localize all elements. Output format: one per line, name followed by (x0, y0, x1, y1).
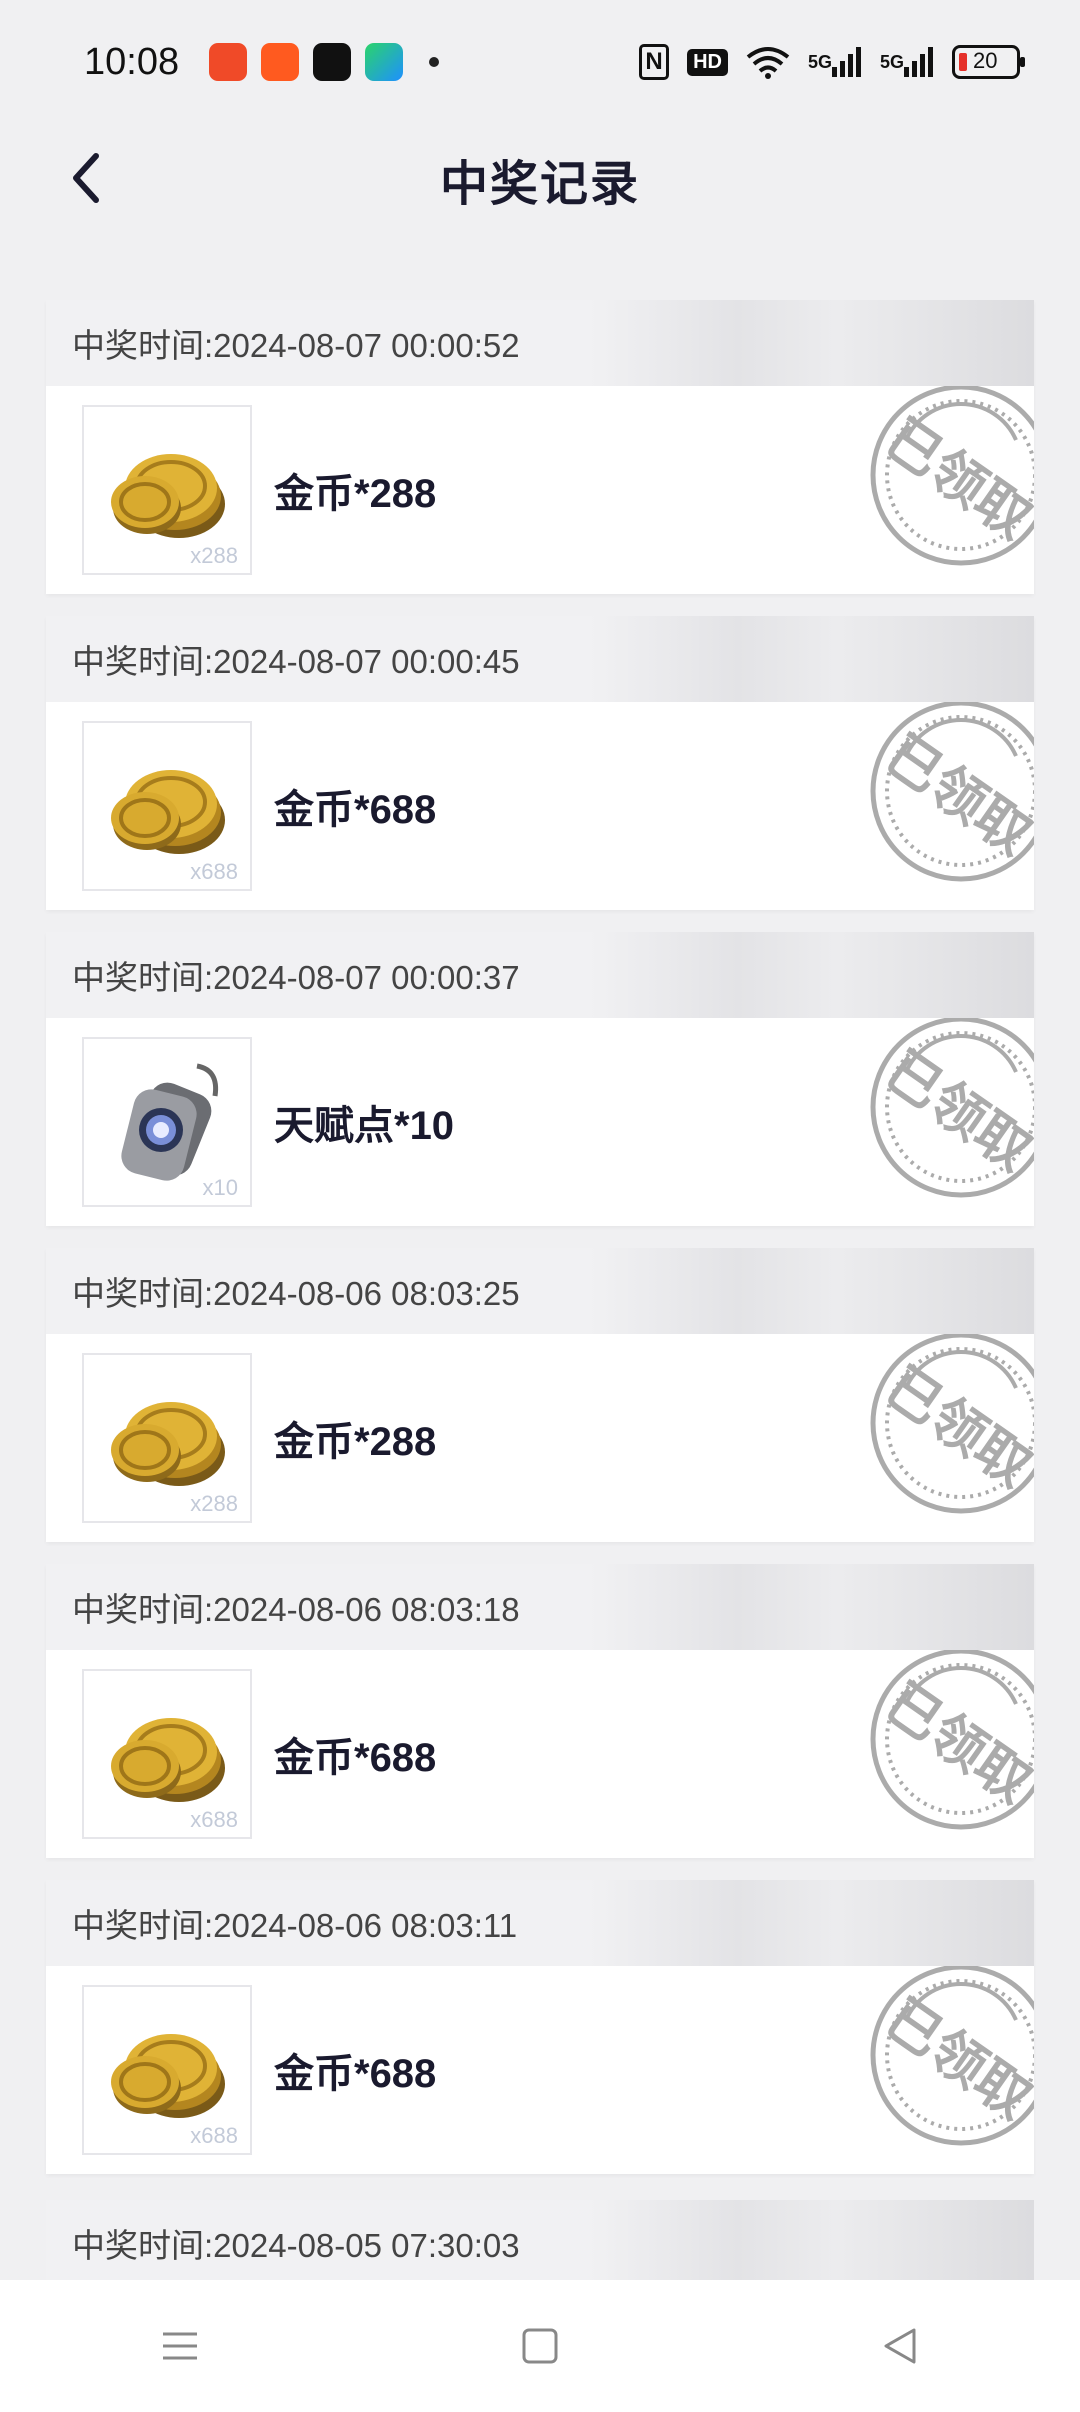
battery-icon: 20 (952, 45, 1025, 79)
reward-name: 天赋点*10 (274, 1104, 455, 1148)
win-time-label: 中奖时间:2024-08-06 08:03:18 (46, 1564, 1034, 1650)
win-time-label: 中奖时间:2024-08-05 07:30:03 (46, 2200, 1034, 2286)
app-notification-icon (261, 43, 300, 81)
reward-name: 金币*688 (274, 788, 437, 832)
claimed-stamp-icon: 已领取 (870, 1018, 1034, 1198)
gold-coins-icon (111, 454, 225, 538)
hd-voice-icon: HD (687, 48, 728, 76)
reward-row: x688 金币*688 已领取 (46, 1966, 1034, 2174)
signal-bars-icon (831, 47, 861, 77)
home-icon[interactable] (520, 2326, 560, 2366)
reward-name: 金币*288 (274, 1420, 437, 1464)
reward-item-frame: x688 (82, 1985, 252, 2155)
tiktok-icon (313, 43, 352, 81)
reward-item-frame: x10 (82, 1037, 252, 1207)
menu-icon[interactable] (160, 2326, 200, 2366)
list-item[interactable]: 中奖时间:2024-08-07 00:00:37 x10 天赋点*10 已领取 (46, 932, 1034, 1226)
system-status-icons: N HD 5G 5G 20 (639, 44, 1025, 80)
nfc-icon: N (639, 44, 670, 80)
dog-tag-icon (121, 1063, 219, 1181)
reward-name: 金币*688 (274, 2052, 437, 2096)
reward-row: x10 天赋点*10 已领取 (46, 1018, 1034, 1226)
list-item[interactable]: 中奖时间:2024-08-07 00:00:45 x688 金币*688 已领取 (46, 616, 1034, 910)
battery-level: 20 (973, 48, 998, 73)
prize-record-list[interactable]: 中奖时间:2024-08-07 00:00:52 x288 金币*288 已领取 (46, 300, 1034, 2196)
win-time-label: 中奖时间:2024-08-07 00:00:52 (46, 300, 1034, 386)
win-time-label: 中奖时间:2024-08-06 08:03:11 (46, 1880, 1034, 1966)
list-item[interactable]: 中奖时间:2024-08-06 08:03:25 x288 金币*288 已领取 (46, 1248, 1034, 1542)
status-bar: 10:08 N HD 5G 5G 20 (0, 0, 1080, 124)
reward-item-frame: x688 (82, 1669, 252, 1839)
item-quantity: x288 (190, 1491, 238, 1516)
item-quantity: x688 (190, 859, 238, 884)
signal-5g-icon: 5G (880, 47, 934, 77)
more-notifications-dot (429, 57, 440, 67)
gold-coins-icon (111, 2034, 225, 2118)
app-notification-icon (209, 43, 248, 81)
reward-row: x688 金币*688 已领取 (46, 702, 1034, 910)
claimed-stamp-icon: 已领取 (870, 1334, 1034, 1514)
win-time-label: 中奖时间:2024-08-07 00:00:45 (46, 616, 1034, 702)
signal-bars-icon (904, 47, 933, 77)
item-quantity: x688 (190, 2123, 238, 2148)
reward-name: 金币*688 (274, 1736, 437, 1780)
list-item[interactable]: 中奖时间:2024-08-07 00:00:52 x288 金币*288 已领取 (46, 300, 1034, 594)
win-time-label: 中奖时间:2024-08-06 08:03:25 (46, 1248, 1034, 1334)
gold-coins-icon (111, 1402, 225, 1486)
item-quantity: x688 (190, 1807, 238, 1832)
gold-coins-icon (111, 770, 225, 854)
reward-item-frame: x688 (82, 721, 252, 891)
claimed-stamp-icon: 已领取 (870, 386, 1034, 566)
reward-row: x288 金币*288 已领取 (46, 386, 1034, 594)
list-item[interactable]: 中奖时间:2024-08-06 08:03:18 x688 金币*688 已领取 (46, 1564, 1034, 1858)
list-item[interactable]: 中奖时间:2024-08-06 08:03:11 x688 金币*688 已领取 (46, 1880, 1034, 2174)
signal-5g-icon: 5G (808, 47, 862, 77)
gold-coins-icon (111, 1718, 225, 1802)
reward-row: x288 金币*288 已领取 (46, 1334, 1034, 1542)
reward-name: 金币*288 (274, 472, 437, 516)
wifi-icon (746, 47, 790, 79)
win-time-label: 中奖时间:2024-08-07 00:00:37 (46, 932, 1034, 1018)
back-nav-icon[interactable] (880, 2326, 920, 2366)
notification-app-icons (209, 43, 440, 81)
item-quantity: x288 (190, 543, 238, 568)
list-item-partial[interactable]: 中奖时间:2024-08-05 07:30:03 (46, 2200, 1034, 2286)
status-time: 10:08 (84, 40, 180, 83)
claimed-stamp-icon: 已领取 (870, 702, 1034, 882)
item-quantity: x10 (202, 1175, 238, 1200)
claimed-stamp-icon: 已领取 (870, 1650, 1034, 1830)
reward-row: x688 金币*688 已领取 (46, 1650, 1034, 1858)
page-title: 中奖记录 (439, 158, 640, 211)
page-header: 中奖记录 (0, 124, 1080, 234)
video-app-icon (365, 43, 404, 81)
reward-item-frame: x288 (82, 1353, 252, 1523)
back-arrow-icon[interactable] (62, 148, 110, 208)
system-navigation-bar (0, 2280, 1080, 2412)
claimed-stamp-icon: 已领取 (870, 1966, 1034, 2146)
reward-item-frame: x288 (82, 405, 252, 575)
